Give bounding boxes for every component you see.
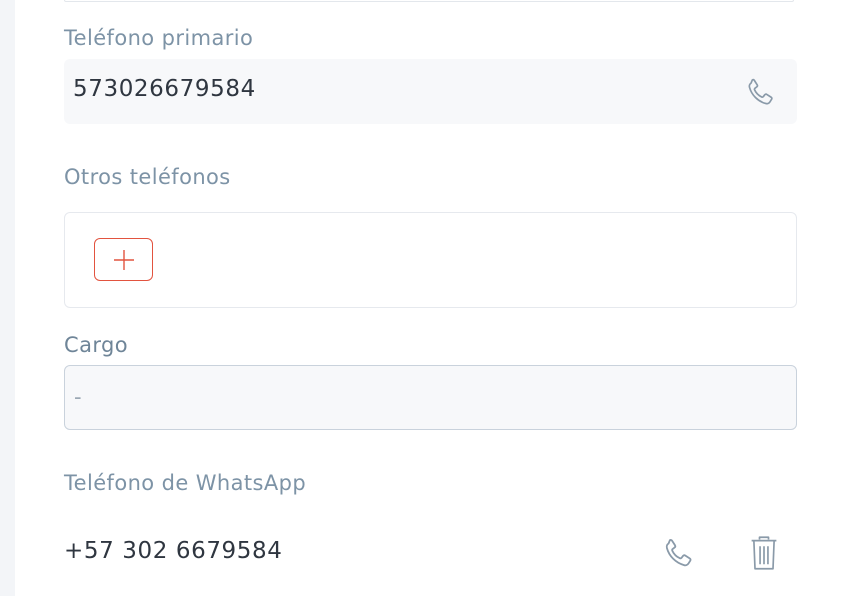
primary-phone-label: Teléfono primario [64, 26, 254, 50]
trash-icon [751, 536, 777, 570]
cargo-label: Cargo [64, 333, 128, 357]
primary-phone-value: 573026679584 [73, 76, 256, 102]
cargo-value: - [74, 385, 82, 409]
plus-icon [113, 249, 134, 270]
other-phones-label: Otros teléfonos [64, 165, 231, 189]
call-whatsapp-button[interactable] [658, 535, 698, 573]
whatsapp-phone-value: +57 302 6679584 [64, 538, 283, 564]
whatsapp-phone-label: Teléfono de WhatsApp [64, 471, 307, 495]
primary-phone-field[interactable]: 573026679584 [64, 59, 797, 124]
delete-whatsapp-button[interactable] [744, 533, 784, 573]
call-primary-phone-button[interactable] [742, 75, 778, 111]
previous-field-edge [64, 0, 794, 2]
phone-icon [748, 78, 773, 105]
other-phones-box [64, 212, 797, 308]
phone-icon [665, 539, 692, 567]
cargo-field[interactable]: - [64, 365, 797, 430]
add-phone-button[interactable] [94, 238, 153, 281]
